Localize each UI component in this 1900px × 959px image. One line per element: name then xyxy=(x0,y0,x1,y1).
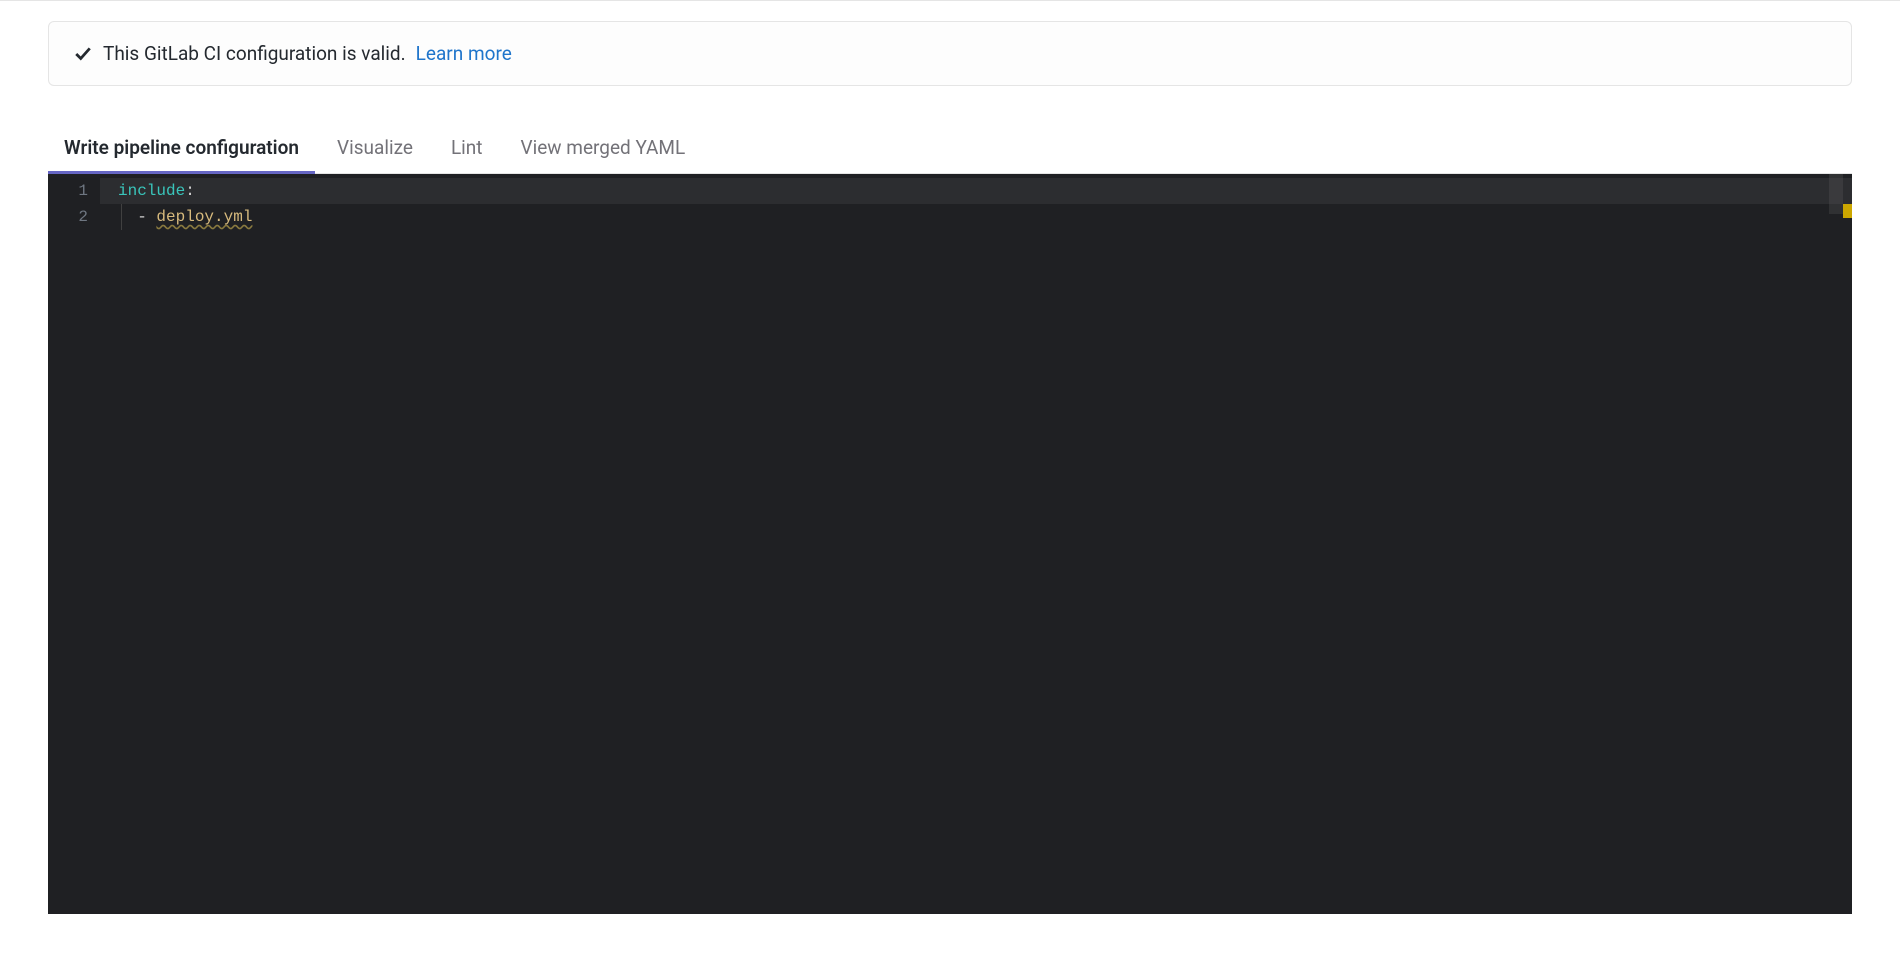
minimap-warning-marker[interactable] xyxy=(1843,204,1852,218)
yaml-dash: - xyxy=(137,208,156,226)
code-editor[interactable]: 1 2 include: - deploy.yml xyxy=(48,174,1852,914)
checkmark-icon xyxy=(73,44,93,64)
line-number: 1 xyxy=(68,178,88,204)
tab-write-pipeline[interactable]: Write pipeline configuration xyxy=(64,122,299,173)
alert-message: This GitLab CI configuration is valid. xyxy=(103,42,406,65)
yaml-key: include xyxy=(118,182,185,200)
learn-more-link[interactable]: Learn more xyxy=(416,42,512,65)
editor-gutter: 1 2 xyxy=(48,174,100,914)
editor-content[interactable]: include: - deploy.yml xyxy=(100,174,1852,914)
code-line[interactable]: - deploy.yml xyxy=(100,204,1852,230)
line-number: 2 xyxy=(68,204,88,230)
yaml-value: deploy.yml xyxy=(156,208,252,226)
code-line[interactable]: include: xyxy=(100,178,1852,204)
editor-tabs: Write pipeline configuration Visualize L… xyxy=(48,122,1852,174)
tab-visualize[interactable]: Visualize xyxy=(337,122,413,173)
tab-lint[interactable]: Lint xyxy=(451,122,483,173)
validation-alert: This GitLab CI configuration is valid. L… xyxy=(48,21,1852,86)
indent-guide xyxy=(121,204,122,230)
minimap-overview[interactable] xyxy=(1829,174,1843,214)
yaml-colon: : xyxy=(185,182,195,200)
tab-view-merged-yaml[interactable]: View merged YAML xyxy=(521,122,686,173)
